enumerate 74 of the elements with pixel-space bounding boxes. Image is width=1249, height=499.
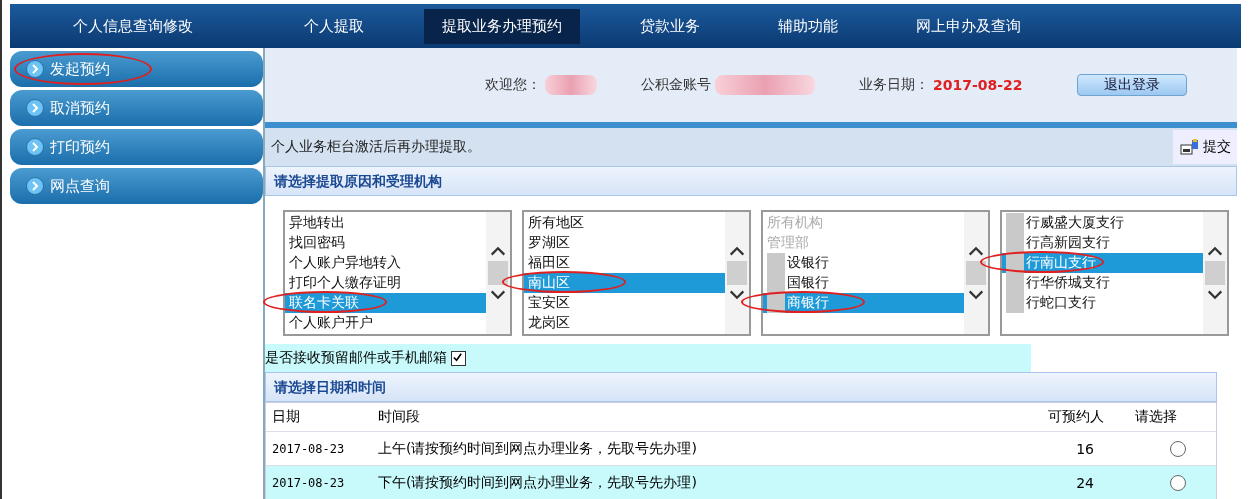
list-option[interactable]: 个人账户开户 <box>285 313 486 333</box>
table-cell-text: 16 <box>1075 440 1095 457</box>
list-option[interactable]: 行威盛大厦支行 <box>1002 213 1203 233</box>
column-header: 可预约人 <box>1047 408 1105 426</box>
list-option[interactable]: 龙岗区 <box>524 313 725 333</box>
column-header: 请选择 <box>1134 408 1178 426</box>
nav-tab[interactable]: 个人信息查询修改 <box>10 8 256 44</box>
list-option[interactable]: 个人账户异地转入 <box>285 253 486 273</box>
logout-button[interactable]: 退出登录 <box>1076 74 1187 96</box>
account-label: 公积金账号 <box>641 76 711 94</box>
list-box[interactable]: 行威盛大厦支行 行高新园支行 行南山支行 行华侨城支行 行蛇口支行 <box>1000 210 1229 336</box>
nav-tab[interactable]: 贷款业务 <box>622 8 718 44</box>
save-icon <box>1179 138 1201 156</box>
chevron-icon <box>26 177 44 195</box>
list-option[interactable]: 行高新园支行 <box>1002 233 1203 253</box>
table-cell-text: 24 <box>1075 474 1095 491</box>
scrollbar-thumb[interactable] <box>966 261 986 285</box>
table-cell-text: 2017-08-23 <box>271 475 346 490</box>
notice-text: 个人业务柜台激活后再办理提取。 <box>271 138 481 156</box>
business-date: 2017-08-22 <box>933 77 1023 93</box>
redaction-mark <box>545 75 597 95</box>
redaction-mark <box>767 293 785 313</box>
list-option[interactable]: 设银行 <box>763 253 964 273</box>
redaction-mark <box>1006 273 1024 293</box>
welcome-label: 欢迎您： <box>485 76 541 94</box>
section-header: 请选择日期和时间 <box>265 372 1217 402</box>
list-option[interactable]: 福田区 <box>524 253 725 273</box>
list-option[interactable]: 所有地区 <box>524 213 725 233</box>
scrollbar-thumb[interactable] <box>488 261 508 285</box>
sidebar-item[interactable]: 发起预约 <box>10 51 263 87</box>
list-option[interactable]: 打印个人缴存证明 <box>285 273 486 293</box>
list-box[interactable]: 异地转出 找回密码 个人账户异地转入 打印个人缴存证明 联名卡关联 个人账户开户 <box>283 210 512 336</box>
redaction-mark <box>767 273 785 293</box>
redaction-mark <box>1006 253 1024 273</box>
list-option[interactable]: 行华侨城支行 <box>1002 273 1203 293</box>
column-header: 时间段 <box>377 408 421 426</box>
scrollbar[interactable] <box>964 212 988 334</box>
redaction-mark <box>767 253 785 273</box>
list-option[interactable]: 宝安区 <box>524 293 725 313</box>
scrollbar-thumb[interactable] <box>1205 261 1225 285</box>
radio-button[interactable] <box>1170 474 1186 491</box>
table-cell-text: 上午(请按预约时间到网点办理业务，先取号先办理) <box>377 439 698 458</box>
scrollbar[interactable] <box>486 212 510 334</box>
list-option[interactable]: 行蛇口支行 <box>1002 293 1203 313</box>
redaction-mark <box>1006 233 1024 253</box>
list-option[interactable]: 异地转出 <box>285 213 486 233</box>
list-box[interactable]: 所有地区 罗湖区 福田区 南山区 宝安区 龙岗区 <box>522 210 751 336</box>
nav-tab[interactable]: 辅助功能 <box>760 8 856 44</box>
nav-tab[interactable]: 个人提取 <box>286 8 382 44</box>
section-header: 请选择提取原因和受理机构 <box>265 166 1237 196</box>
redaction-mark <box>1006 213 1024 233</box>
scrollbar[interactable] <box>1203 212 1227 334</box>
radio-button[interactable] <box>1170 440 1186 457</box>
chevron-icon <box>26 99 44 117</box>
column-header: 日期 <box>271 408 301 426</box>
sidebar-item[interactable]: 取消预约 <box>10 90 263 126</box>
sidebar-item[interactable]: 网点查询 <box>10 168 263 204</box>
scrollbar[interactable] <box>725 212 749 334</box>
table-cell-text: 2017-08-23 <box>271 441 346 456</box>
chevron-icon <box>26 138 44 156</box>
list-option[interactable]: 国银行 <box>763 273 964 293</box>
submit-button[interactable]: 提交 <box>1173 130 1237 164</box>
date-label: 业务日期： <box>859 76 929 94</box>
chevron-icon <box>26 60 44 78</box>
table-cell-text: 下午(请按预约时间到网点办理业务，先取号先办理) <box>377 473 698 492</box>
scrollbar-thumb[interactable] <box>727 261 747 285</box>
list-option[interactable]: 找回密码 <box>285 233 486 253</box>
list-option[interactable]: 罗湖区 <box>524 233 725 253</box>
sidebar-item[interactable]: 打印预约 <box>10 129 263 165</box>
nav-tab[interactable]: 提取业务办理预约 <box>424 8 580 44</box>
redaction-mark <box>1006 293 1024 313</box>
checkbox[interactable] <box>451 350 466 366</box>
nav-tab[interactable]: 网上申办及查询 <box>898 8 1039 44</box>
email-option-label: 是否接收预留邮件或手机邮箱 <box>265 349 447 367</box>
